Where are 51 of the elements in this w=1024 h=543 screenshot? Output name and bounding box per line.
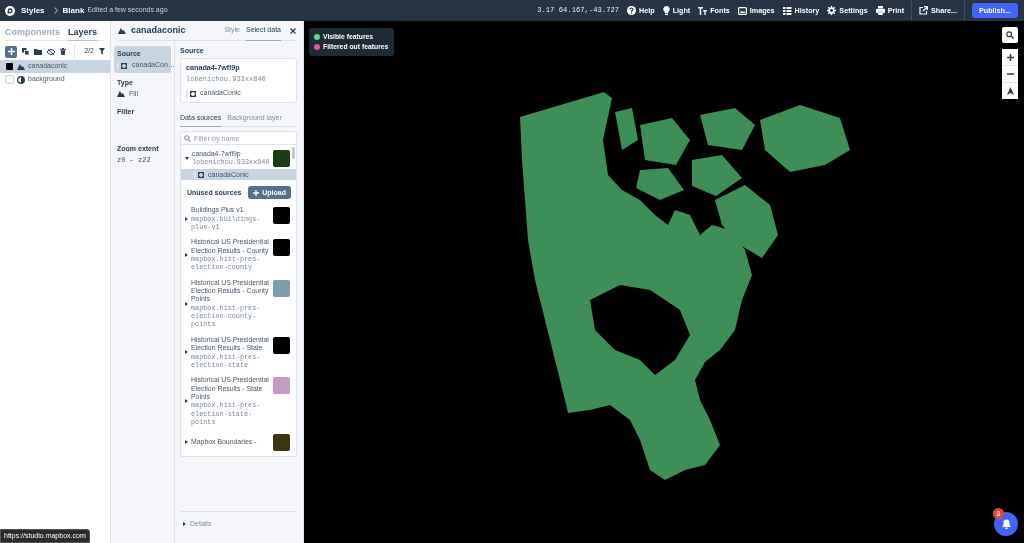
polygon-icon: [118, 27, 126, 34]
caret-icon[interactable]: [185, 301, 188, 306]
printer-icon: [875, 6, 885, 15]
caret-icon[interactable]: [185, 440, 188, 445]
minus-icon: [1006, 73, 1014, 75]
caret-icon[interactable]: [185, 156, 189, 160]
zoom-in-button[interactable]: [1002, 49, 1018, 65]
close-button[interactable]: [290, 27, 296, 34]
caret-icon[interactable]: [183, 522, 186, 527]
breadcrumb-link[interactable]: Blank: [62, 5, 85, 16]
polygon-icon: [117, 91, 125, 98]
source-layer-icon: [194, 170, 205, 179]
zoom-out-button[interactable]: [1002, 66, 1018, 82]
image-icon: [737, 6, 747, 15]
trash-icon[interactable]: [60, 48, 66, 55]
source-layer-icon: [186, 89, 197, 98]
compass-button[interactable]: [1002, 83, 1018, 99]
close-icon: [290, 27, 296, 34]
notifications-button[interactable]: [994, 512, 1018, 536]
copy-icon[interactable]: [22, 48, 29, 55]
half-circle-icon: [17, 75, 25, 84]
caret-icon[interactable]: [185, 350, 188, 355]
search-icon: [1006, 31, 1014, 39]
search-button[interactable]: [1002, 27, 1018, 43]
navigation-arrow-icon: [1006, 87, 1014, 95]
text-style-icon: [698, 6, 708, 15]
search-icon: [184, 134, 191, 142]
caret-icon[interactable]: [185, 252, 188, 257]
list-icon: [782, 6, 792, 15]
lightbulb-icon: [662, 6, 670, 15]
bell-icon: [1001, 519, 1011, 529]
chevron-icon: [53, 7, 58, 14]
caret-icon[interactable]: [185, 399, 188, 404]
add-layer-button[interactable]: [5, 45, 17, 58]
share-icon: [919, 6, 929, 15]
polygon-icon: [17, 63, 25, 70]
breadcrumb-link[interactable]: Styles: [21, 5, 45, 16]
eye-icon[interactable]: [47, 48, 55, 55]
caret-icon[interactable]: [185, 216, 188, 221]
help-icon: [627, 6, 637, 15]
plus-icon: [253, 189, 260, 196]
panel-tab[interactable]: Layers: [68, 28, 98, 41]
plus-icon: [1006, 53, 1014, 61]
filter-icon[interactable]: [99, 48, 105, 55]
plus-icon: [7, 48, 15, 55]
settings-icon: [827, 6, 837, 15]
logo-icon[interactable]: [5, 5, 15, 16]
layer-title: canadaconic: [131, 25, 186, 36]
folder-icon[interactable]: [34, 48, 42, 55]
scrollbar[interactable]: [292, 147, 295, 160]
source-layer-icon: [117, 61, 128, 70]
